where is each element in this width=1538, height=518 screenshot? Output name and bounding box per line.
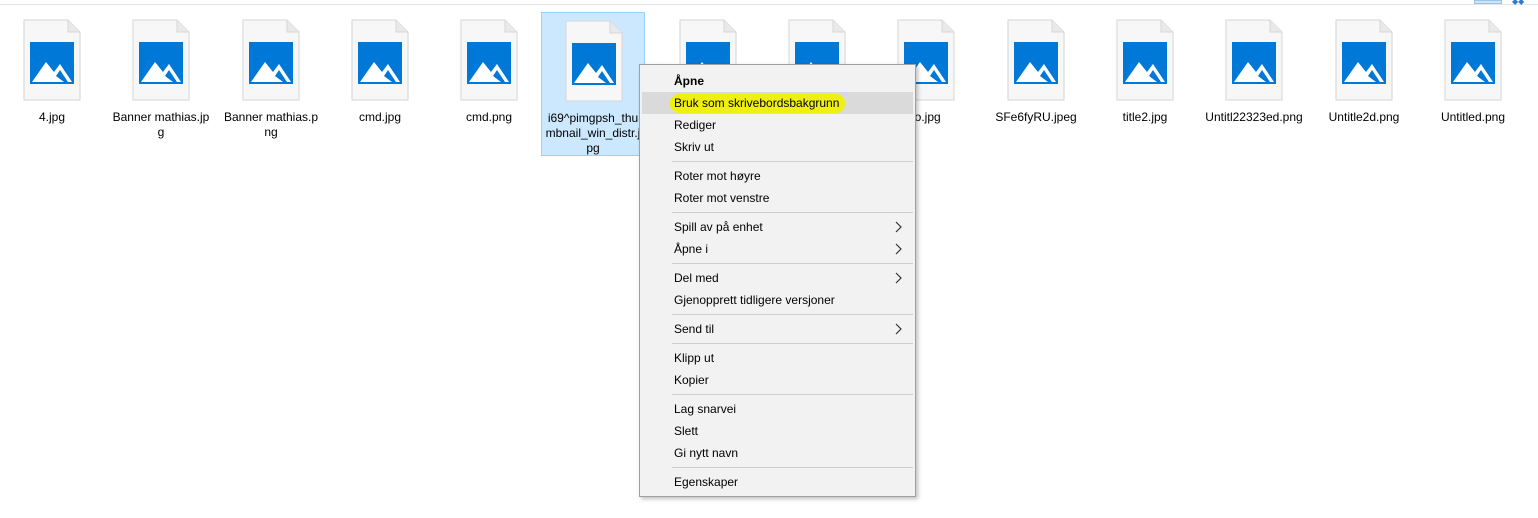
image-file-icon bbox=[1115, 18, 1175, 102]
image-file-icon bbox=[350, 18, 410, 102]
menu-item-open-label: Åpne bbox=[674, 74, 704, 88]
file-item[interactable]: SFe6fyRU.jpeg bbox=[984, 12, 1088, 156]
menu-separator bbox=[672, 314, 913, 315]
file-item[interactable]: cmd.jpg bbox=[328, 12, 432, 156]
context-menu: Åpne Bruk som skrivebordsbakgrunn Redige… bbox=[639, 64, 916, 497]
file-name: Banner mathias.jpg bbox=[112, 110, 210, 139]
file-name: cmd.jpg bbox=[358, 110, 402, 124]
file-item[interactable]: cmd.png bbox=[437, 12, 541, 156]
menu-item-set-wallpaper[interactable]: Bruk som skrivebordsbakgrunn bbox=[642, 92, 913, 114]
file-item[interactable]: Banner mathias.jpg bbox=[109, 12, 213, 156]
file-name: Untitle2d.png bbox=[1328, 110, 1400, 124]
chevron-right-icon bbox=[893, 318, 905, 340]
menu-item-share-label: Del med bbox=[674, 271, 719, 285]
file-item[interactable]: 4.jpg bbox=[0, 12, 104, 156]
menu-separator bbox=[672, 394, 913, 395]
menu-separator bbox=[672, 343, 913, 344]
menu-item-rename-label: Gi nytt navn bbox=[674, 446, 739, 460]
menu-item-send-to-label: Send til bbox=[674, 322, 715, 336]
menu-item-rotate-right[interactable]: Roter mot høyre bbox=[642, 165, 913, 187]
menu-item-cast-label: Spill av på enhet bbox=[674, 220, 763, 234]
menu-item-cast[interactable]: Spill av på enhet bbox=[642, 216, 913, 238]
image-file-icon bbox=[1443, 18, 1503, 102]
menu-item-delete[interactable]: Slett bbox=[642, 420, 913, 442]
menu-item-open-with[interactable]: Åpne i bbox=[642, 238, 913, 260]
menu-item-create-shortcut[interactable]: Lag snarvei bbox=[642, 398, 913, 420]
menu-separator bbox=[672, 467, 913, 468]
file-item[interactable]: Untitl22323ed.png bbox=[1202, 12, 1306, 156]
file-name: cmd.png bbox=[465, 110, 513, 124]
image-file-icon bbox=[459, 18, 519, 102]
menu-item-open[interactable]: Åpne bbox=[642, 70, 913, 92]
menu-separator bbox=[672, 263, 913, 264]
menu-item-rotate-left-label: Roter mot venstre bbox=[674, 191, 770, 205]
image-file-icon bbox=[1224, 18, 1284, 102]
menu-item-rotate-left[interactable]: Roter mot venstre bbox=[642, 187, 913, 209]
file-name: title2.jpg bbox=[1122, 110, 1168, 124]
menu-item-set-wallpaper-label: Bruk som skrivebordsbakgrunn bbox=[674, 96, 840, 110]
menu-item-share[interactable]: Del med bbox=[642, 267, 913, 289]
menu-separator bbox=[672, 161, 913, 162]
menu-item-rename[interactable]: Gi nytt navn bbox=[642, 442, 913, 464]
image-file-icon bbox=[1334, 18, 1394, 102]
image-file-icon bbox=[564, 19, 624, 103]
file-name: i69^pimgpsh_thumbnail_win_distr.jpg bbox=[545, 111, 641, 155]
menu-item-copy[interactable]: Kopier bbox=[642, 369, 913, 391]
marker-highlight: Bruk som skrivebordsbakgrunn bbox=[670, 94, 846, 113]
menu-item-print-label: Skriv ut bbox=[674, 140, 715, 154]
menu-item-create-shortcut-label: Lag snarvei bbox=[674, 402, 737, 416]
file-name: 4.jpg bbox=[38, 110, 66, 124]
menu-item-edit-label: Rediger bbox=[674, 118, 717, 132]
menu-item-cut[interactable]: Klipp ut bbox=[642, 347, 913, 369]
menu-item-rotate-right-label: Roter mot høyre bbox=[674, 169, 761, 183]
file-item[interactable]: Untitle2d.png bbox=[1312, 12, 1416, 156]
file-item[interactable]: Banner mathias.png bbox=[219, 12, 323, 156]
menu-item-properties-label: Egenskaper bbox=[674, 475, 739, 489]
file-item[interactable]: i69^pimgpsh_thumbnail_win_distr.jpg bbox=[541, 12, 645, 156]
file-item[interactable]: title2.jpg bbox=[1093, 12, 1197, 156]
menu-item-delete-label: Slett bbox=[674, 424, 699, 438]
image-file-icon bbox=[241, 18, 301, 102]
menu-item-restore[interactable]: Gjenopprett tidligere versjoner bbox=[642, 289, 913, 311]
image-file-icon bbox=[131, 18, 191, 102]
file-name: Banner mathias.png bbox=[223, 110, 319, 139]
chevron-right-icon bbox=[893, 238, 905, 260]
menu-item-cut-label: Klipp ut bbox=[674, 351, 715, 365]
image-file-icon bbox=[22, 18, 82, 102]
image-file-icon bbox=[1006, 18, 1066, 102]
menu-item-restore-label: Gjenopprett tidligere versjoner bbox=[674, 293, 835, 307]
file-name: Untitl22323ed.png bbox=[1205, 110, 1303, 124]
chevron-right-icon bbox=[893, 216, 905, 238]
chevron-right-icon bbox=[893, 267, 905, 289]
menu-item-print[interactable]: Skriv ut bbox=[642, 136, 913, 158]
file-item[interactable]: Untitled.png bbox=[1421, 12, 1525, 156]
menu-item-open-with-label: Åpne i bbox=[674, 242, 709, 256]
menu-item-send-to[interactable]: Send til bbox=[642, 318, 913, 340]
menu-item-copy-label: Kopier bbox=[674, 373, 709, 387]
menu-separator bbox=[672, 212, 913, 213]
menu-item-properties[interactable]: Egenskaper bbox=[642, 471, 913, 493]
file-name: Untitled.png bbox=[1440, 110, 1506, 124]
file-name: SFe6fyRU.jpeg bbox=[995, 110, 1077, 124]
menu-item-edit[interactable]: Rediger bbox=[642, 114, 913, 136]
